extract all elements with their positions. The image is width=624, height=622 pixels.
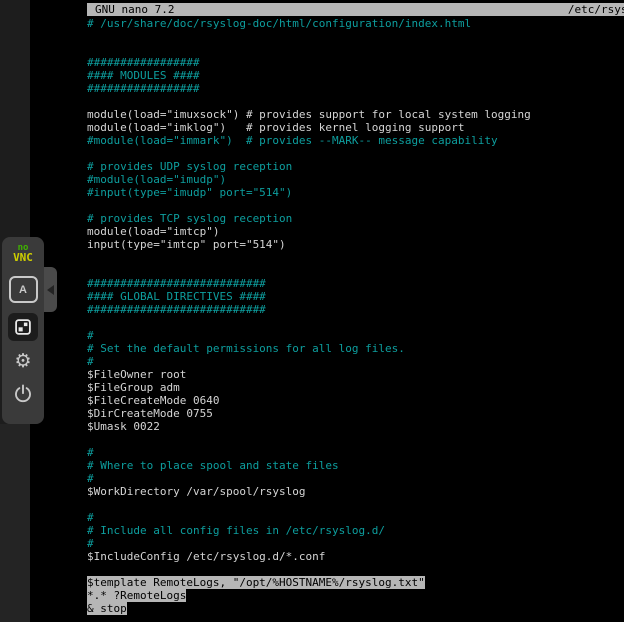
- extra-keys-button[interactable]: A: [9, 276, 38, 303]
- terminal-line: #input(type="imudp" port="514"): [87, 186, 624, 199]
- settings-button[interactable]: ⚙: [10, 349, 36, 373]
- terminal-line: #: [87, 329, 624, 342]
- terminal-line: module(load="imuxsock") # provides suppo…: [87, 108, 624, 121]
- terminal-line: #################: [87, 56, 624, 69]
- terminal-line: [87, 30, 624, 43]
- terminal-line: [87, 95, 624, 108]
- vnc-remote-screen[interactable]: GNU nano 7.2 /etc/rsyslog. # /usr/share/…: [30, 0, 624, 622]
- terminal-line: [87, 251, 624, 264]
- terminal-line: #: [87, 511, 624, 524]
- nano-version-label: GNU nano 7.2: [87, 3, 174, 16]
- terminal-line: $FileOwner root: [87, 368, 624, 381]
- terminal-line: #: [87, 446, 624, 459]
- terminal-line: #### GLOBAL DIRECTIVES ####: [87, 290, 624, 303]
- terminal-line: #module(load="imudp"): [87, 173, 624, 186]
- terminal-line: #### MODULES ####: [87, 69, 624, 82]
- terminal-line: [87, 433, 624, 446]
- terminal-line: # Include all config files in /etc/rsysl…: [87, 524, 624, 537]
- novnc-page: GNU nano 7.2 /etc/rsyslog. # /usr/share/…: [0, 0, 624, 622]
- power-icon: [12, 382, 34, 404]
- fullscreen-button[interactable]: [8, 313, 38, 341]
- terminal-line: module(load="imklog") # provides kernel …: [87, 121, 624, 134]
- terminal-line: $FileGroup adm: [87, 381, 624, 394]
- terminal-line: [87, 264, 624, 277]
- novnc-control-bar: no VNC A ⚙: [2, 237, 44, 424]
- terminal-line: # provides UDP syslog reception: [87, 160, 624, 173]
- nano-titlebar: GNU nano 7.2 /etc/rsyslog.: [87, 3, 624, 16]
- terminal-line: # Set the default permissions for all lo…: [87, 342, 624, 355]
- terminal-line: #module(load="immark") # provides --MARK…: [87, 134, 624, 147]
- terminal-line: input(type="imtcp" port="514"): [87, 238, 624, 251]
- terminal-line: [87, 563, 624, 576]
- terminal-line: ###########################: [87, 277, 624, 290]
- terminal-line: #: [87, 472, 624, 485]
- terminal-line: [87, 498, 624, 511]
- terminal-line: # /usr/share/doc/rsyslog-doc/html/config…: [87, 17, 624, 30]
- terminal-line: # provides TCP syslog reception: [87, 212, 624, 225]
- nano-filename-label: /etc/rsyslog.: [568, 3, 624, 16]
- terminal-line: [87, 316, 624, 329]
- novnc-logo-vnc: VNC: [13, 253, 33, 262]
- disconnect-button[interactable]: [10, 380, 36, 406]
- fullscreen-icon: [15, 319, 31, 335]
- terminal-line: $DirCreateMode 0755: [87, 407, 624, 420]
- terminal-line: ###########################: [87, 303, 624, 316]
- terminal-line: $FileCreateMode 0640: [87, 394, 624, 407]
- a-key-icon: A: [19, 284, 27, 296]
- terminal-line: $IncludeConfig /etc/rsyslog.d/*.conf: [87, 550, 624, 563]
- novnc-logo: no VNC: [13, 244, 33, 262]
- terminal-line: [87, 43, 624, 56]
- terminal-line: [87, 199, 624, 212]
- control-bar-handle[interactable]: [44, 267, 57, 312]
- terminal-line: & stop: [87, 602, 624, 615]
- gear-icon: ⚙: [14, 349, 31, 373]
- terminal-line: $template RemoteLogs, "/opt/%HOSTNAME%/r…: [87, 576, 624, 589]
- terminal-line: $Umask 0022: [87, 420, 624, 433]
- terminal-line: # Where to place spool and state files: [87, 459, 624, 472]
- terminal-line: module(load="imtcp"): [87, 225, 624, 238]
- terminal-line: #: [87, 537, 624, 550]
- terminal-line: [87, 147, 624, 160]
- terminal-line: $WorkDirectory /var/spool/rsyslog: [87, 485, 624, 498]
- nano-editor: GNU nano 7.2 /etc/rsyslog. # /usr/share/…: [87, 3, 624, 615]
- terminal-line: #################: [87, 82, 624, 95]
- terminal-line: *.* ?RemoteLogs: [87, 589, 624, 602]
- collapse-left-icon: [47, 285, 54, 295]
- terminal-line: #: [87, 355, 624, 368]
- terminal-lines: # /usr/share/doc/rsyslog-doc/html/config…: [87, 16, 624, 615]
